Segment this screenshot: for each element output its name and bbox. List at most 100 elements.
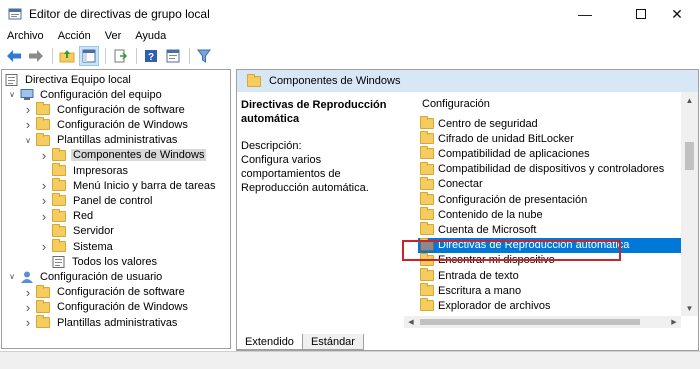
tab-extendido[interactable]: Extendido: [236, 334, 303, 350]
computer-icon: [20, 88, 34, 100]
scroll-up-icon[interactable]: ▲: [681, 92, 698, 108]
forward-button[interactable]: [26, 46, 46, 66]
folder-icon: [36, 132, 50, 146]
up-folder-icon: [59, 50, 75, 63]
tree-item[interactable]: ∨ Configuración del equipo: [7, 87, 164, 102]
chevron-right-icon[interactable]: ›: [23, 315, 33, 330]
help-button[interactable]: ?: [141, 46, 161, 66]
tree-item-label: Componentes de Windows: [71, 149, 207, 162]
folder-icon: [52, 208, 66, 222]
tree-item[interactable]: › Sistema: [39, 239, 115, 254]
chevron-right-icon[interactable]: ›: [23, 300, 33, 315]
filter-button[interactable]: [194, 46, 214, 66]
list-item[interactable]: Explorador de archivos: [418, 298, 684, 313]
list-item[interactable]: Centro de seguridad: [418, 116, 684, 131]
list-item[interactable]: Compatibilidad de aplicaciones: [418, 146, 684, 161]
folder-icon: [36, 315, 50, 328]
chevron-right-icon[interactable]: ›: [23, 117, 33, 132]
settings-list-icon: [52, 255, 65, 268]
export-list-button[interactable]: [110, 46, 130, 66]
list-item[interactable]: Configuración de presentación: [418, 192, 684, 207]
menu-ayuda[interactable]: Ayuda: [128, 30, 173, 42]
description-text: Configura varios comportamientos de Repr…: [241, 154, 369, 194]
menu-accion[interactable]: Acción: [51, 30, 98, 42]
up-folder-button[interactable]: [57, 46, 77, 66]
list-item[interactable]: Compatibilidad de dispositivos y control…: [418, 161, 684, 177]
tree-item[interactable]: ∨ Plantillas administrativas: [23, 132, 179, 148]
scroll-down-icon[interactable]: ▼: [681, 300, 698, 316]
close-button[interactable]: ✕: [654, 0, 700, 28]
tab-estandar[interactable]: Estándar: [301, 334, 364, 350]
tree-item[interactable]: › Panel de control: [39, 193, 155, 208]
tree-item-label: Impresoras: [73, 164, 129, 177]
properties-button[interactable]: [163, 46, 183, 66]
chevron-right-icon[interactable]: ›: [39, 209, 49, 224]
tree-item[interactable]: › Configuración de software: [23, 284, 187, 300]
tree-item[interactable]: ∨ Configuración de usuario: [7, 269, 164, 284]
folder-icon: [420, 268, 434, 281]
description-heading: Directivas de Reproducción automática: [241, 99, 387, 125]
chevron-right-icon[interactable]: ›: [39, 239, 49, 254]
list-item[interactable]: Conectar: [418, 176, 684, 192]
close-icon: ✕: [671, 5, 683, 22]
status-bar: [0, 351, 700, 369]
tree-item[interactable]: › Red: [39, 208, 95, 224]
folder-icon: [420, 283, 434, 297]
scroll-right-icon[interactable]: ▶: [667, 316, 681, 328]
show-hide-tree-icon: [82, 49, 96, 63]
back-button[interactable]: [4, 46, 24, 66]
tree-item-label: Configuración de software: [57, 286, 185, 299]
list-item[interactable]: Entrada de texto: [418, 268, 684, 283]
chevron-right-icon[interactable]: ›: [39, 193, 49, 208]
chevron-down-icon[interactable]: ∨: [23, 136, 33, 145]
tree-item[interactable]: Impresoras: [39, 163, 130, 178]
menu-archivo[interactable]: Archivo: [0, 30, 51, 42]
tree-item[interactable]: Todos los valores: [39, 254, 159, 269]
tree-item-label: Servidor: [73, 225, 114, 238]
description-label: Descripción:: [241, 140, 302, 152]
toolbar: ?: [0, 44, 700, 68]
tree-root[interactable]: Directiva Equipo local: [5, 72, 133, 87]
column-header-configuracion[interactable]: Configuración: [422, 98, 490, 110]
list-item[interactable]: Escritura a mano: [418, 283, 684, 298]
toolbar-separator: [105, 48, 106, 64]
tree-item[interactable]: › Configuración de Windows: [23, 299, 190, 315]
tree-item[interactable]: › Configuración de software: [23, 102, 187, 117]
tree-item[interactable]: Servidor: [39, 223, 116, 239]
tree-item[interactable]: › Menú Inicio y barra de tareas: [39, 178, 217, 193]
annotation-highlight: [402, 240, 621, 261]
view-tabs: Extendido Estándar: [236, 334, 364, 350]
chevron-right-icon[interactable]: ›: [39, 148, 49, 163]
tree-item[interactable]: › Componentes de Windows: [39, 147, 207, 163]
list-item-label: Cuenta de Microsoft: [438, 223, 537, 236]
filter-icon: [197, 49, 211, 63]
chevron-right-icon[interactable]: ›: [39, 178, 49, 193]
tree-item[interactable]: › Plantillas administrativas: [23, 315, 179, 330]
minimize-icon: —: [578, 6, 592, 22]
vertical-scrollbar[interactable]: ▲ ▼: [681, 92, 698, 316]
scroll-thumb[interactable]: [685, 142, 694, 170]
list-item-label: Compatibilidad de aplicaciones: [438, 147, 590, 160]
scroll-thumb[interactable]: [420, 319, 640, 325]
folder-icon: [420, 161, 434, 175]
folder-icon: [420, 222, 434, 236]
list-item[interactable]: Contenido de la nube: [418, 207, 684, 222]
toolbar-separator: [189, 48, 190, 64]
window-title: Editor de directivas de grupo local: [29, 7, 210, 21]
tree-item-label: Configuración del equipo: [40, 88, 162, 101]
show-hide-tree-button[interactable]: [79, 46, 99, 66]
folder-icon: [420, 131, 434, 145]
chevron-right-icon[interactable]: ›: [23, 285, 33, 300]
folder-icon: [36, 102, 50, 116]
chevron-down-icon[interactable]: ∨: [7, 90, 17, 99]
list-item[interactable]: Cifrado de unidad BitLocker: [418, 131, 684, 146]
folder-icon: [36, 299, 50, 313]
horizontal-scrollbar[interactable]: ◀ ▶: [404, 316, 681, 328]
list-item[interactable]: Cuenta de Microsoft: [418, 222, 684, 237]
chevron-down-icon[interactable]: ∨: [7, 272, 17, 281]
menu-ver[interactable]: Ver: [98, 30, 129, 42]
scroll-left-icon[interactable]: ◀: [404, 316, 418, 328]
chevron-right-icon[interactable]: ›: [23, 102, 33, 117]
tree-item[interactable]: › Configuración de Windows: [23, 117, 190, 132]
minimize-button[interactable]: —: [562, 0, 608, 28]
